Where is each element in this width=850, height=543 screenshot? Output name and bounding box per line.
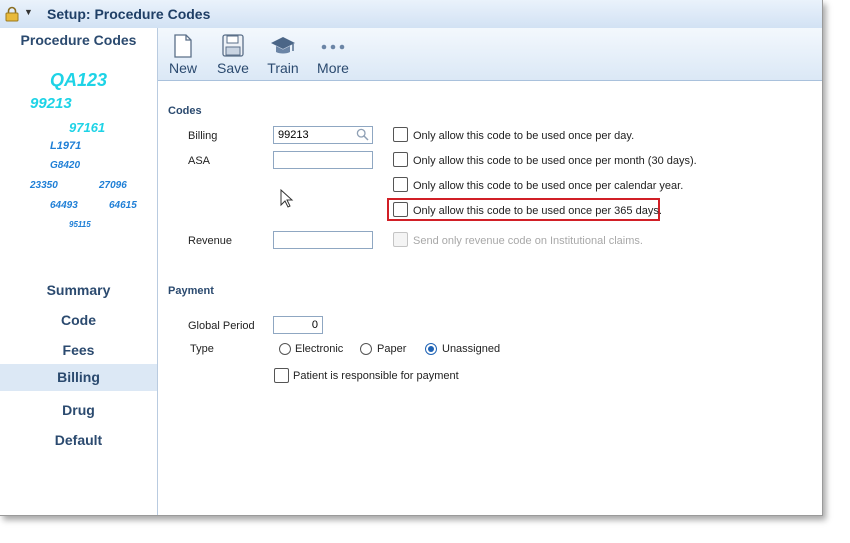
sidebar-item-summary[interactable]: Summary bbox=[0, 277, 157, 304]
payment-section-title: Payment bbox=[168, 285, 214, 297]
once-per-calendar-year-checkbox[interactable] bbox=[393, 177, 408, 192]
once-per-month-label: Only allow this code to be used once per… bbox=[413, 155, 697, 167]
billing-content: Codes Billing ASA Revenue Only allow thi… bbox=[158, 81, 822, 515]
sidebar: Procedure Codes QA123 99213 97161 L1971 … bbox=[0, 28, 158, 515]
asa-input[interactable] bbox=[273, 151, 373, 169]
once-per-365-days-label: Only allow this code to be used once per… bbox=[413, 205, 662, 217]
billing-label: Billing bbox=[188, 130, 218, 142]
sidebar-header: Procedure Codes bbox=[20, 32, 137, 48]
mouse-pointer-icon bbox=[280, 189, 294, 208]
once-per-day-label: Only allow this code to be used once per… bbox=[413, 130, 635, 142]
code-cloud-item[interactable]: 99213 bbox=[30, 95, 72, 112]
save-disk-icon bbox=[222, 34, 244, 57]
sidebar-item-default[interactable]: Default bbox=[0, 427, 157, 454]
save-button-label: Save bbox=[217, 60, 249, 76]
once-per-365-days-checkbox[interactable] bbox=[393, 202, 408, 217]
once-per-day-checkbox[interactable] bbox=[393, 127, 408, 142]
global-period-label: Global Period bbox=[188, 320, 255, 332]
patient-responsible-label: Patient is responsible for payment bbox=[293, 370, 459, 382]
type-unassigned-radio[interactable] bbox=[425, 343, 437, 355]
procedure-codes-window: ▼ Setup: Procedure Codes Procedure Codes… bbox=[0, 0, 823, 516]
window-title: Setup: Procedure Codes bbox=[47, 6, 211, 22]
more-dots-icon bbox=[321, 44, 345, 50]
code-cloud-item[interactable]: 64493 bbox=[50, 200, 78, 211]
graduation-cap-icon bbox=[271, 37, 295, 54]
global-period-input[interactable] bbox=[273, 316, 323, 334]
code-cloud-item[interactable]: 27096 bbox=[99, 180, 127, 191]
toolbar: New Save Train More bbox=[158, 28, 822, 81]
search-icon[interactable] bbox=[356, 128, 369, 141]
revenue-input[interactable] bbox=[273, 231, 373, 249]
chevron-down-icon[interactable]: ▼ bbox=[24, 7, 33, 17]
code-cloud-item[interactable]: 64615 bbox=[109, 200, 137, 211]
new-button-label: New bbox=[168, 60, 197, 76]
type-label: Type bbox=[190, 343, 214, 355]
billing-field-wrap bbox=[273, 126, 373, 144]
once-per-calendar-year-label: Only allow this code to be used once per… bbox=[413, 180, 684, 192]
code-cloud-item[interactable]: 97161 bbox=[69, 120, 105, 135]
more-button[interactable]: More bbox=[310, 32, 356, 78]
type-paper-label: Paper bbox=[377, 343, 407, 355]
type-electronic-radio[interactable] bbox=[279, 343, 291, 355]
sidebar-item-billing[interactable]: Billing bbox=[0, 364, 157, 391]
type-paper-radio[interactable] bbox=[360, 343, 372, 355]
more-button-label: More bbox=[317, 60, 349, 76]
code-cloud-item[interactable]: 95115 bbox=[69, 220, 91, 229]
asa-label: ASA bbox=[188, 155, 211, 167]
patient-responsible-checkbox[interactable] bbox=[274, 368, 289, 383]
type-unassigned-label: Unassigned bbox=[442, 343, 501, 355]
once-per-month-checkbox[interactable] bbox=[393, 152, 408, 167]
train-button[interactable]: Train bbox=[260, 32, 306, 78]
type-electronic-label: Electronic bbox=[295, 343, 344, 355]
lock-icon[interactable] bbox=[5, 6, 19, 22]
code-cloud-item[interactable]: G8420 bbox=[50, 160, 80, 171]
revenue-only-checkbox[interactable] bbox=[393, 232, 408, 247]
save-button[interactable]: Save bbox=[210, 32, 256, 78]
new-document-icon bbox=[174, 34, 192, 58]
codes-section-title: Codes bbox=[168, 105, 202, 117]
code-cloud-item[interactable]: QA123 bbox=[50, 70, 107, 91]
sidebar-item-drug[interactable]: Drug bbox=[0, 397, 157, 424]
sidebar-item-code[interactable]: Code bbox=[0, 307, 157, 334]
new-button[interactable]: New bbox=[160, 32, 206, 78]
code-cloud-item[interactable]: 23350 bbox=[30, 180, 58, 191]
revenue-only-label: Send only revenue code on Institutional … bbox=[413, 235, 643, 247]
revenue-label: Revenue bbox=[188, 235, 233, 247]
sidebar-item-fees[interactable]: Fees bbox=[0, 337, 157, 364]
code-cloud-item[interactable]: L1971 bbox=[50, 140, 81, 152]
train-button-label: Train bbox=[267, 60, 299, 76]
title-bar: ▼ Setup: Procedure Codes bbox=[0, 0, 822, 29]
